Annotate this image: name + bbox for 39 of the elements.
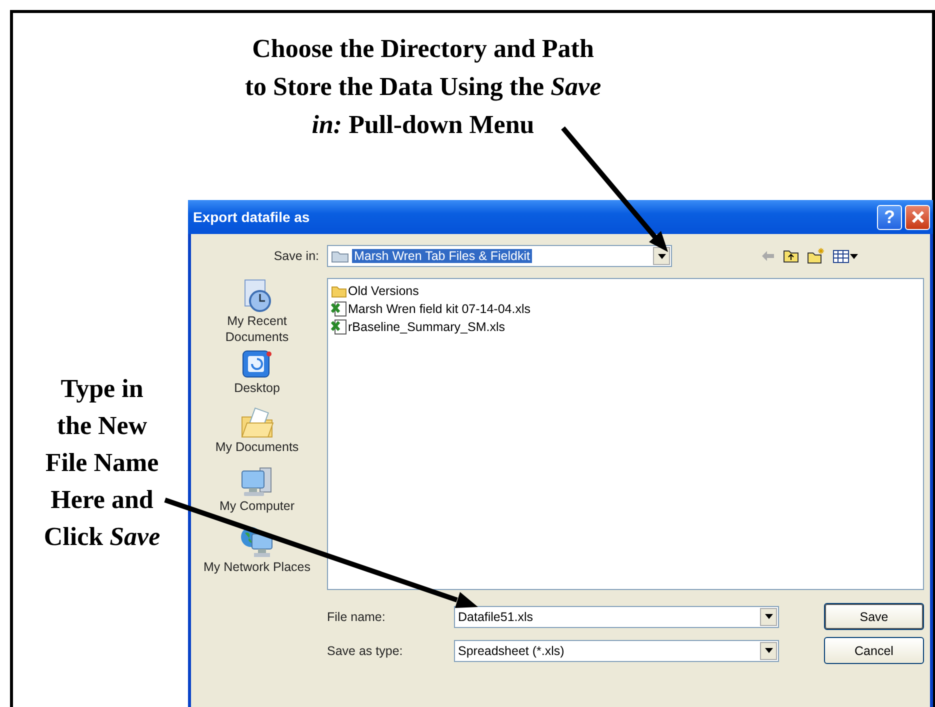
folder-documents-icon	[240, 407, 274, 439]
caret-icon	[850, 254, 858, 258]
computer-icon	[240, 466, 274, 498]
save-as-type-label: Save as type:	[327, 644, 404, 658]
places-bar-item[interactable]: My Network Places	[199, 524, 315, 582]
file-list-item[interactable]: rBaseline_Summary_SM.xls	[331, 318, 505, 336]
places-bar-item[interactable]: My Computer	[199, 465, 315, 523]
file-name-label: File name:	[327, 610, 386, 624]
close-icon	[910, 210, 924, 224]
dialog-button[interactable]: Cancel	[824, 637, 924, 664]
views-menu-button[interactable]	[832, 250, 858, 262]
places-bar-item[interactable]: My Recent Documents	[199, 278, 315, 346]
grid-view-icon	[832, 250, 848, 262]
save-in-dropdown[interactable]: Marsh Wren Tab Files & Fieldkit	[327, 245, 672, 267]
spreadsheet-file-icon	[331, 301, 347, 317]
places-bar-item[interactable]: Desktop	[199, 347, 315, 405]
close-button[interactable]	[905, 204, 930, 230]
save-in-label: Save in:	[272, 249, 319, 263]
globe-computer-icon	[240, 525, 274, 559]
folder-up-arrow-icon	[782, 249, 798, 263]
new-folder-button[interactable]	[806, 248, 824, 264]
desktop-icon	[241, 348, 273, 380]
folder-icon	[331, 284, 347, 298]
caret-icon	[764, 648, 772, 653]
up-folder-button[interactable]	[782, 249, 798, 263]
file-list-item[interactable]: Marsh Wren field kit 07-14-04.xls	[331, 300, 530, 318]
caret-icon	[764, 614, 772, 619]
back-arrow-icon	[760, 250, 774, 262]
file-list-item[interactable]: Old Versions	[331, 282, 419, 300]
dialog-button[interactable]: Save	[824, 603, 924, 630]
callout-text: Choose the Directory and Path to Store the Data Using the Save in: Pull-down Menu	[244, 33, 602, 141]
folder-sparkle-icon	[806, 248, 824, 264]
file-name-field[interactable]: Datafile51.xls	[454, 606, 779, 628]
spreadsheet-file-icon	[331, 319, 347, 335]
callout-text: Type in the New File Name Here and Click Save	[42, 373, 162, 553]
window-title: Export datafile as	[193, 209, 311, 225]
places-bar-item[interactable]: My Documents	[199, 406, 315, 464]
folder-icon	[331, 249, 349, 263]
save-as-type-dropdown[interactable]: Spreadsheet (*.xls)	[454, 640, 779, 662]
